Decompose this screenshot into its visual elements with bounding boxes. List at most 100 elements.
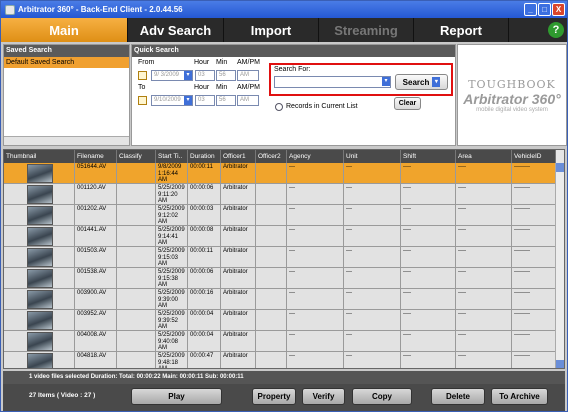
cell-start: 5/25/2009 9:48:18 AM xyxy=(156,352,188,368)
cell-vehicle: -------- xyxy=(512,163,556,183)
table-row[interactable]: 001538.AV 5/25/2009 9:15:38 AM 00:00:06 Arb… xyxy=(4,268,556,289)
column-header[interactable]: Agency xyxy=(287,150,344,163)
saved-search-scrollbar[interactable] xyxy=(4,136,129,145)
hour-label: Hour xyxy=(194,59,210,66)
table-row[interactable]: 001503.AV 5/25/2009 9:15:03 AM 00:00:11 Arb… xyxy=(4,247,556,268)
chevron-down-icon[interactable]: ▾ xyxy=(184,96,192,105)
cell-start: 5/25/2009 9:39:00 AM xyxy=(156,289,188,309)
app-window: Arbitrator 360° - Back-End Client - 2.0.… xyxy=(0,0,568,412)
from-hour-field[interactable]: 03 xyxy=(195,70,215,81)
tab-streaming[interactable]: Streaming xyxy=(319,18,414,42)
table-row[interactable]: 004008.AV 5/25/2009 9:40:08 AM 00:00:04 Arb… xyxy=(4,331,556,352)
scroll-up-icon[interactable] xyxy=(556,163,564,172)
cell-duration: 00:00:03 xyxy=(188,205,221,225)
cell-agency: --- xyxy=(287,331,344,351)
help-button[interactable]: ? xyxy=(545,18,567,42)
cell-vehicle: -------- xyxy=(512,331,556,351)
tab-main[interactable]: Main xyxy=(1,18,128,42)
cell-empty xyxy=(117,268,156,288)
maximize-button[interactable]: □ xyxy=(538,3,551,16)
cell-duration: 00:00:11 xyxy=(188,163,221,183)
thumbnail-image xyxy=(26,353,53,368)
table-row[interactable]: 001202.AV 5/25/2009 9:12:02 AM 00:00:03 Arb… xyxy=(4,205,556,226)
cell-unit: --- xyxy=(344,352,401,368)
video-grid: Thumbnail Filename Classify Start Ti.. Durat… xyxy=(3,149,565,369)
copy-button[interactable]: Copy xyxy=(352,388,412,405)
min-label: Min xyxy=(216,59,228,66)
from-ampm-field[interactable]: AM xyxy=(237,70,259,81)
search-button[interactable]: Search ▾ xyxy=(395,74,448,90)
cell-officer1: Arbitrator xyxy=(221,331,256,351)
cell-area: ---- xyxy=(456,331,512,351)
minimize-button[interactable]: _ xyxy=(524,3,537,16)
to-ampm-field[interactable]: AM xyxy=(237,95,259,106)
cell-duration: 00:00:11 xyxy=(188,247,221,267)
cell-shift: ---- xyxy=(401,226,456,246)
cell-agency: --- xyxy=(287,226,344,246)
cell-filename: 003900.AV xyxy=(75,289,117,309)
tab-adv-search[interactable]: Adv Search xyxy=(128,18,224,42)
tab-report[interactable]: Report xyxy=(414,18,509,42)
to-min-field[interactable]: 56 xyxy=(216,95,236,106)
chevron-down-icon[interactable]: ▾ xyxy=(432,77,441,87)
cell-start: 5/25/2009 9:11:20 AM xyxy=(156,184,188,204)
table-row[interactable]: 003952.AV 5/25/2009 9:39:52 AM 00:00:04 Arb… xyxy=(4,310,556,331)
column-header[interactable]: Shift xyxy=(401,150,456,163)
column-header[interactable]: VehicleID xyxy=(512,150,556,163)
to-hour-field[interactable]: 03 xyxy=(195,95,215,106)
cell-area: ---- xyxy=(456,289,512,309)
cell-vehicle: -------- xyxy=(512,352,556,368)
table-row[interactable]: 004818.AV 5/25/2009 9:48:18 AM 00:00:47 Arb… xyxy=(4,352,556,368)
cell-start: 5/25/2009 9:39:52 AM xyxy=(156,310,188,330)
cell-duration: 00:00:06 xyxy=(188,184,221,204)
column-header[interactable]: Classify xyxy=(117,150,156,163)
cell-vehicle: -------- xyxy=(512,184,556,204)
grid-vertical-scrollbar[interactable] xyxy=(555,163,564,368)
table-row[interactable]: 051644.AV 9/8/2009 1:16:44 AM 00:00:11 Arbi… xyxy=(4,163,556,184)
to-checkbox[interactable] xyxy=(138,96,147,105)
chevron-down-icon[interactable]: ▾ xyxy=(382,77,390,86)
cell-empty xyxy=(256,226,287,246)
cell-unit: --- xyxy=(344,163,401,183)
cell-unit: --- xyxy=(344,184,401,204)
records-label: Records in Current List xyxy=(286,103,358,110)
column-header[interactable]: Officer2 xyxy=(256,150,287,163)
cell-empty xyxy=(256,310,287,330)
play-button[interactable]: Play xyxy=(131,388,222,405)
from-min-field[interactable]: 56 xyxy=(216,70,236,81)
clear-button[interactable]: Clear xyxy=(394,97,421,110)
scroll-down-icon[interactable] xyxy=(556,360,564,368)
verify-button[interactable]: Verify xyxy=(302,388,345,405)
cell-shift: ---- xyxy=(401,205,456,225)
column-header[interactable]: Area xyxy=(456,150,512,163)
chevron-down-icon[interactable]: ▾ xyxy=(184,71,192,80)
cell-empty xyxy=(117,352,156,368)
column-header[interactable]: Start Ti.. xyxy=(156,150,188,163)
cell-shift: ---- xyxy=(401,289,456,309)
search-input[interactable] xyxy=(274,76,391,88)
cell-shift: ---- xyxy=(401,184,456,204)
close-button[interactable]: X xyxy=(552,3,565,16)
table-row[interactable]: 003900.AV 5/25/2009 9:39:00 AM 00:00:16 Arb… xyxy=(4,289,556,310)
delete-button[interactable]: Delete xyxy=(431,388,485,405)
cell-filename: 004008.AV xyxy=(75,331,117,351)
to-archive-button[interactable]: To Archive xyxy=(491,388,548,405)
saved-search-item[interactable]: Default Saved Search xyxy=(4,57,129,68)
toughbook-logo: TOUGHBOOK Arbitrator 360° mobile digital… xyxy=(457,44,567,146)
column-header[interactable]: Duration xyxy=(188,150,221,163)
table-row[interactable]: 001441.AV 5/25/2009 9:14:41 AM 00:00:08 Arb… xyxy=(4,226,556,247)
cell-filename: 003952.AV xyxy=(75,310,117,330)
column-header[interactable]: Officer1 xyxy=(221,150,256,163)
saved-search-panel: Saved Search Default Saved Search xyxy=(3,44,130,146)
cell-agency: --- xyxy=(287,310,344,330)
tab-import[interactable]: Import xyxy=(224,18,319,42)
property-button[interactable]: Property xyxy=(252,388,296,405)
from-checkbox[interactable] xyxy=(138,71,147,80)
records-radio[interactable] xyxy=(275,103,283,111)
table-row[interactable]: 001120.AV 5/25/2009 9:11:20 AM 00:00:06 Arb… xyxy=(4,184,556,205)
column-header[interactable]: Thumbnail xyxy=(4,150,75,163)
column-header[interactable]: Unit xyxy=(344,150,401,163)
help-icon: ? xyxy=(548,22,564,38)
cell-start: 9/8/2009 1:16:44 AM xyxy=(156,163,188,183)
column-header[interactable]: Filename xyxy=(75,150,117,163)
